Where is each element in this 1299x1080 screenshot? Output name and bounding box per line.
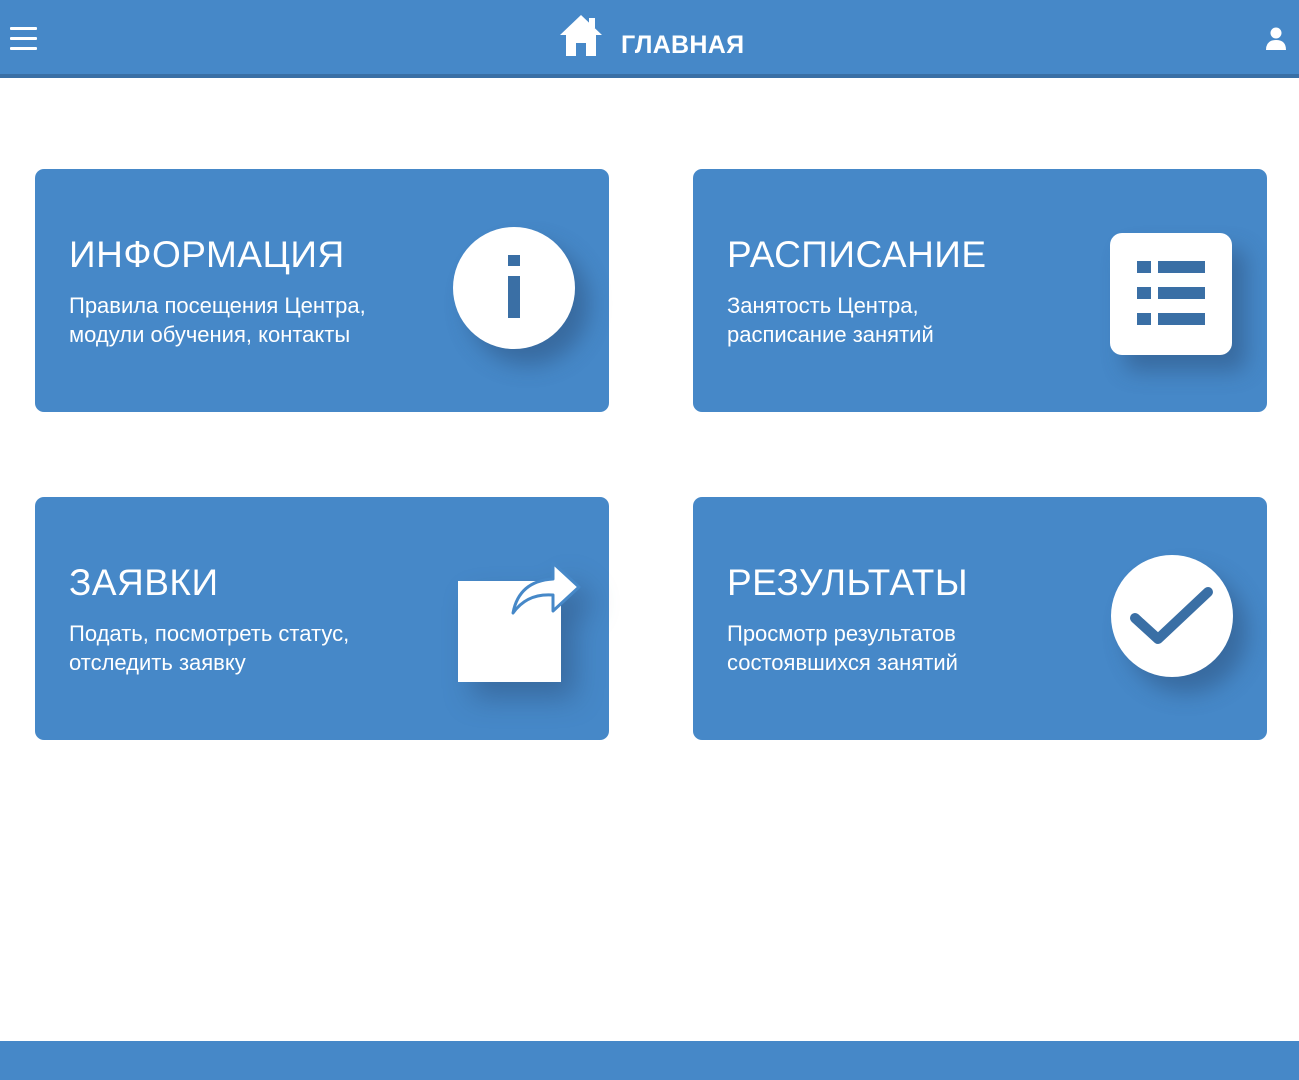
card-description: Подать, посмотреть статус, отследить зая… <box>69 619 429 677</box>
card-results[interactable]: РЕЗУЛЬТАТЫ Просмотр результатов состоявш… <box>693 497 1267 740</box>
card-requests[interactable]: ЗАЯВКИ Подать, посмотреть статус, отслед… <box>35 497 609 740</box>
share-icon <box>458 561 581 682</box>
card-description-line: модули обучения, контакты <box>69 322 351 347</box>
home-icon[interactable] <box>558 12 604 58</box>
card-description-line: Просмотр результатов <box>727 621 956 646</box>
card-description: Просмотр результатов состоявшихся заняти… <box>727 619 1087 677</box>
card-description-line: состоявшихся занятий <box>727 650 958 675</box>
user-icon[interactable] <box>1265 27 1287 51</box>
card-description: Занятость Центра, расписание занятий <box>727 291 1087 349</box>
card-title: РЕЗУЛЬТАТЫ <box>727 562 969 603</box>
hamburger-menu-icon[interactable] <box>10 27 37 51</box>
card-schedule[interactable]: РАСПИСАНИЕ Занятость Центра, расписание … <box>693 169 1267 412</box>
card-description: Правила посещения Центра, модули обучени… <box>69 291 429 349</box>
card-description-line: отследить заявку <box>69 650 246 675</box>
card-title: ЗАЯВКИ <box>69 562 219 603</box>
card-title: ИНФОРМАЦИЯ <box>69 234 345 275</box>
list-icon <box>1110 233 1232 355</box>
info-icon <box>453 227 575 349</box>
card-description-line: Подать, посмотреть статус, <box>69 621 350 646</box>
page-title: ГЛАВНАЯ <box>621 31 745 59</box>
top-bar: ГЛАВНАЯ <box>0 0 1299 78</box>
checkmark-icon <box>1111 555 1233 677</box>
card-information[interactable]: ИНФОРМАЦИЯ Правила посещения Центра, мод… <box>35 169 609 412</box>
card-description-line: Занятость Центра, <box>727 293 919 318</box>
card-description-line: Правила посещения Центра, <box>69 293 366 318</box>
card-description-line: расписание занятий <box>727 322 934 347</box>
bottom-bar <box>0 1041 1299 1080</box>
card-title: РАСПИСАНИЕ <box>727 234 987 275</box>
